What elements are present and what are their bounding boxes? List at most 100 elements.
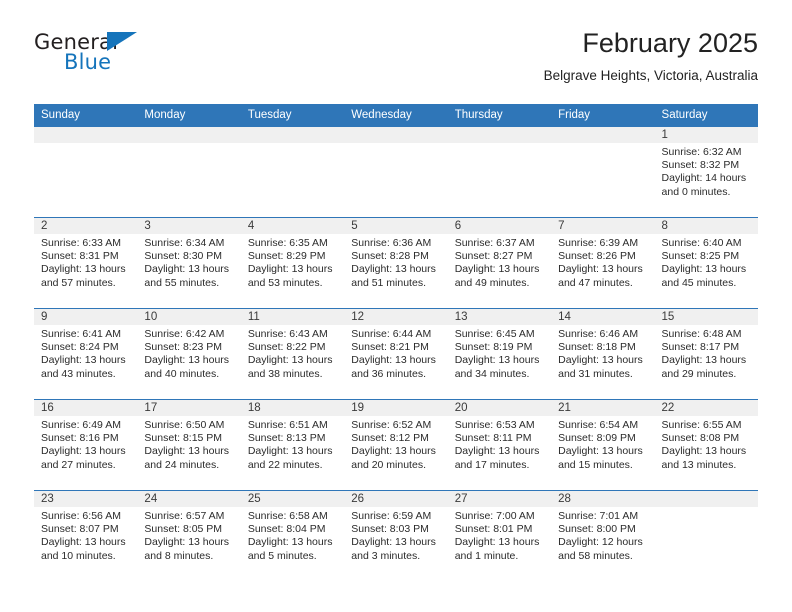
sun-info-line-sunrise: Sunrise: 6:33 AM — [41, 237, 121, 249]
calendar-day-cell[interactable]: 26 Sunrise: 6:59 AM Sunset: 8:03 PM Dayligh… — [344, 490, 448, 581]
sun-info-line-sunrise: Sunrise: 6:35 AM — [247, 237, 328, 249]
sun-info-line-daylight-2: and 55 minutes. — [144, 276, 220, 289]
calendar-day-cell[interactable]: 18 Sunrise: 6:51 AM Sunset: 8:13 PM Dayligh… — [240, 399, 345, 491]
sun-info-line-sunset: Sunset: 8:25 PM — [661, 250, 740, 263]
day-sun-info: Sunrise: 7:00 AM Sunset: 8:01 PM Daylight:… — [448, 507, 551, 563]
calendar-day-cell[interactable]: 23 Sunrise: 6:56 AM Sunset: 8:07 PM Dayligh… — [34, 490, 138, 581]
calendar-day-cell[interactable]: 13 Sunrise: 6:45 AM Sunset: 8:19 PM Dayligh… — [447, 308, 552, 400]
day-sun-info: Sunrise: 6:43 AM Sunset: 8:22 PM Daylight:… — [241, 325, 344, 381]
day-number — [551, 127, 655, 143]
calendar-day-cell[interactable]: 27 Sunrise: 7:00 AM Sunset: 8:01 PM Dayligh… — [447, 490, 552, 581]
day-cell-content — [34, 127, 138, 217]
day-number: 14 — [551, 309, 655, 325]
calendar-day-cell[interactable]: 12 Sunrise: 6:44 AM Sunset: 8:21 PM Dayligh… — [344, 308, 448, 400]
sun-info-line-sunrise: Sunrise: 6:57 AM — [144, 510, 225, 522]
calendar-day-cell[interactable]: 28 Sunrise: 7:01 AM Sunset: 8:00 PM Dayligh… — [551, 490, 655, 581]
calendar-day-cell[interactable]: 14 Sunrise: 6:46 AM Sunset: 8:18 PM Dayligh… — [551, 308, 655, 400]
day-sun-info: Sunrise: 6:56 AM Sunset: 8:07 PM Daylight:… — [34, 507, 137, 563]
day-sun-info: Sunrise: 6:55 AM Sunset: 8:08 PM Daylight:… — [655, 416, 758, 472]
day-cell-content: 3 Sunrise: 6:34 AM Sunset: 8:30 PM Daylight… — [137, 218, 241, 308]
page-header: General Blue February 2025 Belgrave Heig… — [34, 0, 758, 83]
calendar-day-cell[interactable]: 16 Sunrise: 6:49 AM Sunset: 8:16 PM Dayligh… — [34, 399, 138, 491]
sun-info-line-sunset: Sunset: 8:29 PM — [247, 250, 326, 263]
calendar-day-cell[interactable]: 17 Sunrise: 6:50 AM Sunset: 8:15 PM Dayligh… — [137, 399, 241, 491]
sun-info-line-daylight-2: and 43 minutes. — [41, 367, 116, 380]
day-sun-info: Sunrise: 6:36 AM Sunset: 8:28 PM Daylight:… — [344, 234, 447, 290]
calendar-day-cell[interactable]: 11 Sunrise: 6:43 AM Sunset: 8:22 PM Dayligh… — [240, 308, 345, 400]
calendar-day-cell[interactable]: 22 Sunrise: 6:55 AM Sunset: 8:08 PM Dayligh… — [654, 399, 758, 491]
sun-info-line-sunrise: Sunrise: 6:54 AM — [558, 419, 639, 431]
day-number: 22 — [654, 400, 758, 416]
day-sun-info: Sunrise: 6:37 AM Sunset: 8:27 PM Daylight:… — [448, 234, 551, 290]
day-number: 28 — [551, 491, 655, 507]
sun-info-line-sunrise: Sunrise: 6:53 AM — [454, 419, 535, 431]
sun-info-line-sunrise: Sunrise: 6:43 AM — [247, 328, 328, 340]
calendar-week-row: 1 Sunrise: 6:32 AM Sunset: 8:32 PM Daylight… — [34, 127, 758, 218]
day-sun-info: Sunrise: 6:49 AM Sunset: 8:16 PM Daylight:… — [34, 416, 137, 472]
calendar-day-cell[interactable]: 3 Sunrise: 6:34 AM Sunset: 8:30 PM Daylight… — [137, 217, 241, 309]
page-subtitle: Belgrave Heights, Victoria, Australia — [543, 68, 758, 83]
sun-info-line-daylight-1: Daylight: 13 hours — [247, 445, 333, 458]
sun-info-line-sunset: Sunset: 8:27 PM — [454, 250, 533, 263]
sun-info-line-daylight-2: and 57 minutes. — [41, 276, 116, 289]
day-sun-info: Sunrise: 6:34 AM Sunset: 8:30 PM Daylight:… — [137, 234, 240, 290]
sun-info-line-sunset: Sunset: 8:15 PM — [144, 432, 223, 445]
sun-info-line-daylight-2: and 38 minutes. — [247, 367, 323, 380]
calendar-day-cell[interactable]: 4 Sunrise: 6:35 AM Sunset: 8:29 PM Daylight… — [240, 217, 345, 309]
sun-info-line-daylight-1: Daylight: 14 hours — [661, 172, 747, 185]
calendar-day-cell[interactable]: 24 Sunrise: 6:57 AM Sunset: 8:05 PM Dayligh… — [137, 490, 241, 581]
day-sun-info: Sunrise: 6:40 AM Sunset: 8:25 PM Daylight:… — [655, 234, 758, 290]
calendar-day-cell[interactable]: 15 Sunrise: 6:48 AM Sunset: 8:17 PM Dayligh… — [654, 308, 758, 400]
sun-info-line-sunrise: Sunrise: 6:52 AM — [351, 419, 432, 431]
sun-info-line-daylight-1: Daylight: 13 hours — [41, 445, 126, 458]
calendar-day-cell — [551, 127, 655, 218]
weekday-header-thursday: Thursday — [447, 104, 552, 127]
sun-info-line-daylight-2: and 15 minutes. — [558, 458, 633, 471]
day-sun-info — [34, 143, 137, 146]
sun-info-line-daylight-2: and 0 minutes. — [661, 185, 731, 198]
calendar-day-cell[interactable]: 9 Sunrise: 6:41 AM Sunset: 8:24 PM Daylight… — [34, 308, 138, 400]
sun-info-line-sunrise: Sunrise: 6:56 AM — [41, 510, 121, 522]
calendar-day-cell[interactable]: 25 Sunrise: 6:58 AM Sunset: 8:04 PM Dayligh… — [240, 490, 345, 581]
sun-info-line-sunset: Sunset: 8:18 PM — [558, 341, 636, 354]
day-sun-info: Sunrise: 7:01 AM Sunset: 8:00 PM Daylight:… — [551, 507, 654, 563]
sun-info-line-sunset: Sunset: 8:05 PM — [144, 523, 223, 536]
day-cell-content: 16 Sunrise: 6:49 AM Sunset: 8:16 PM Dayligh… — [34, 400, 138, 490]
sun-info-line-sunrise: Sunrise: 6:46 AM — [558, 328, 639, 340]
sun-info-line-sunrise: Sunrise: 6:32 AM — [661, 146, 742, 158]
sun-info-line-daylight-2: and 1 minute. — [454, 549, 519, 562]
sun-info-line-daylight-1: Daylight: 13 hours — [41, 263, 126, 276]
calendar-day-cell[interactable]: 5 Sunrise: 6:36 AM Sunset: 8:28 PM Daylight… — [344, 217, 448, 309]
sun-info-line-sunrise: Sunrise: 6:48 AM — [661, 328, 742, 340]
day-cell-content: 17 Sunrise: 6:50 AM Sunset: 8:15 PM Dayligh… — [137, 400, 241, 490]
day-cell-content: 27 Sunrise: 7:00 AM Sunset: 8:01 PM Dayligh… — [447, 491, 552, 581]
day-number: 19 — [344, 400, 448, 416]
calendar-day-cell[interactable]: 21 Sunrise: 6:54 AM Sunset: 8:09 PM Dayligh… — [551, 399, 655, 491]
day-number: 11 — [240, 309, 345, 325]
sun-info-line-sunset: Sunset: 8:28 PM — [351, 250, 429, 263]
sun-info-line-sunrise: Sunrise: 6:34 AM — [144, 237, 225, 249]
calendar-day-cell[interactable]: 20 Sunrise: 6:53 AM Sunset: 8:11 PM Dayligh… — [447, 399, 552, 491]
calendar-day-cell[interactable]: 1 Sunrise: 6:32 AM Sunset: 8:32 PM Daylight… — [654, 127, 758, 218]
sun-info-line-daylight-1: Daylight: 13 hours — [661, 263, 747, 276]
day-cell-content: 9 Sunrise: 6:41 AM Sunset: 8:24 PM Daylight… — [34, 309, 138, 399]
calendar-day-cell[interactable]: 2 Sunrise: 6:33 AM Sunset: 8:31 PM Daylight… — [34, 217, 138, 309]
calendar-day-cell[interactable]: 6 Sunrise: 6:37 AM Sunset: 8:27 PM Daylight… — [447, 217, 552, 309]
sun-info-line-daylight-1: Daylight: 13 hours — [351, 263, 436, 276]
day-cell-content: 15 Sunrise: 6:48 AM Sunset: 8:17 PM Dayligh… — [654, 309, 758, 399]
sun-info-line-sunset: Sunset: 8:30 PM — [144, 250, 223, 263]
day-sun-info: Sunrise: 6:59 AM Sunset: 8:03 PM Daylight:… — [344, 507, 447, 563]
calendar-day-cell — [137, 127, 241, 218]
triangle-logo-icon — [107, 32, 137, 51]
day-sun-info: Sunrise: 6:54 AM Sunset: 8:09 PM Daylight:… — [551, 416, 654, 472]
sun-info-line-daylight-1: Daylight: 13 hours — [351, 536, 436, 549]
day-sun-info: Sunrise: 6:50 AM Sunset: 8:15 PM Daylight:… — [137, 416, 240, 472]
calendar-day-cell[interactable]: 10 Sunrise: 6:42 AM Sunset: 8:23 PM Dayligh… — [137, 308, 241, 400]
sun-info-line-sunset: Sunset: 8:09 PM — [558, 432, 636, 445]
day-cell-content — [344, 127, 448, 217]
calendar-day-cell[interactable]: 7 Sunrise: 6:39 AM Sunset: 8:26 PM Daylight… — [551, 217, 655, 309]
sun-info-line-daylight-2: and 20 minutes. — [351, 458, 426, 471]
sun-info-line-daylight-1: Daylight: 13 hours — [247, 263, 333, 276]
calendar-day-cell[interactable]: 19 Sunrise: 6:52 AM Sunset: 8:12 PM Dayligh… — [344, 399, 448, 491]
calendar-day-cell[interactable]: 8 Sunrise: 6:40 AM Sunset: 8:25 PM Daylight… — [654, 217, 758, 309]
